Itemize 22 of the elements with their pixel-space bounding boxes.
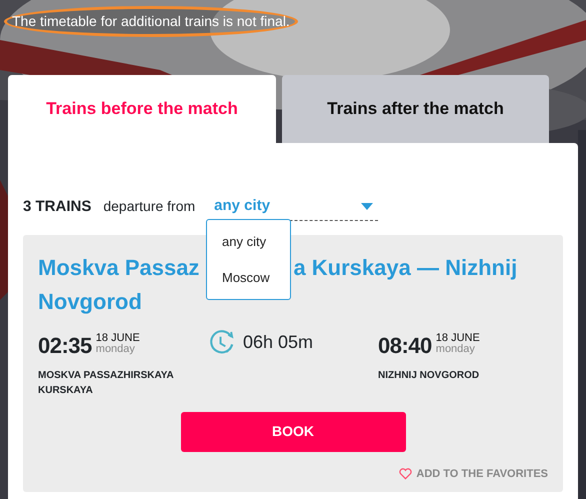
weekday-text: monday (96, 344, 136, 354)
notice-text: The timetable for additional trains is not final. (4, 6, 298, 37)
tab[interactable]: Trains after the match (282, 75, 549, 143)
station-name: NIZHNIJ NOVGOROD (378, 368, 480, 382)
train-count: 3 TRAINS (23, 196, 92, 216)
book-button[interactable]: BOOK (180, 412, 406, 452)
date-text: 18 JUNE (436, 332, 480, 344)
dropdown-option[interactable]: Moscow (207, 260, 290, 295)
station-name: MOSKVA PASSAZHIRSKAYA KURSKAYA (38, 368, 174, 398)
weekday-text: monday (436, 344, 476, 354)
date-text: 18 JUNE (96, 332, 140, 344)
time-text: 02:35 (38, 332, 92, 360)
caret-icon (361, 202, 374, 210)
route-title[interactable]: Moskva Passaz (38, 254, 200, 280)
filter-label: departure from (103, 197, 196, 216)
favorites-link[interactable]: ADD TO THE FAVORITES (399, 466, 548, 482)
clock-icon (208, 328, 235, 356)
heart-icon (399, 468, 412, 480)
duration-text: 06h 05m (243, 330, 314, 354)
time-text: 08:40 (378, 332, 432, 360)
dropdown-option[interactable]: any city (207, 224, 290, 260)
tab[interactable]: Trains before the match (8, 75, 276, 143)
